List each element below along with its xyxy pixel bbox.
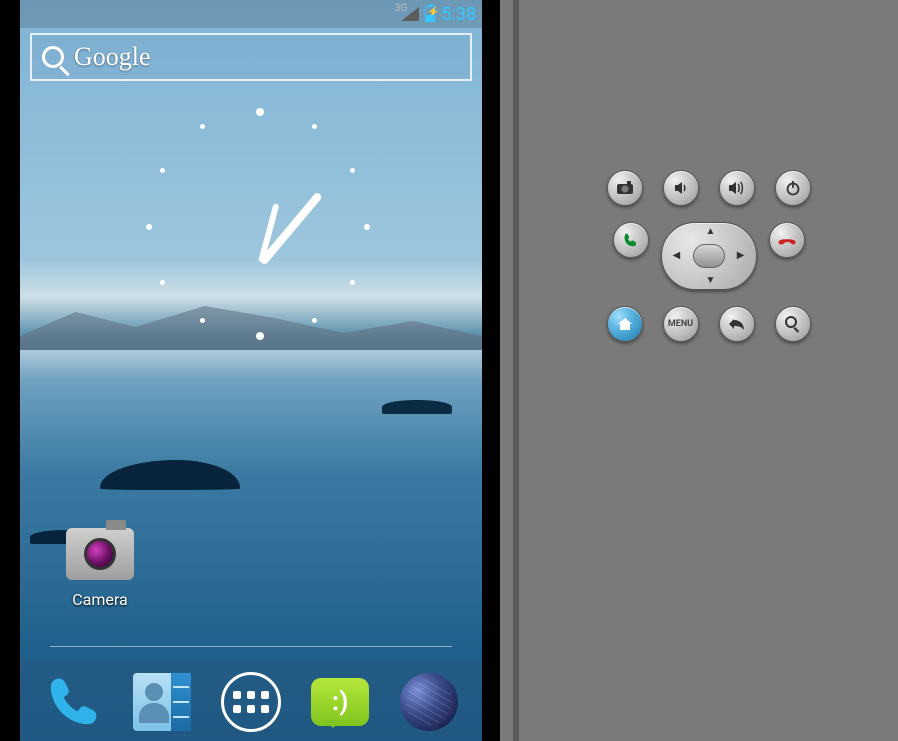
volume-up-icon [727,179,747,197]
hw-volume-up-button[interactable] [719,170,755,206]
dock-phone[interactable] [42,671,104,733]
google-search-widget[interactable]: Google [30,33,472,81]
search-icon [42,46,64,68]
hw-dpad-down[interactable]: ▼ [706,275,716,286]
hw-dpad-center[interactable] [693,244,725,268]
hw-back-button[interactable] [719,306,755,342]
hw-home-button[interactable] [607,306,643,342]
hw-camera-button[interactable] [607,170,643,206]
volume-down-icon [672,179,690,197]
control-row-1 [519,170,898,206]
control-row-3: MENU [519,306,898,342]
camera-icon [616,181,634,195]
dock-divider [50,646,452,647]
wallpaper-water [20,350,482,660]
analog-clock-widget[interactable] [140,108,380,348]
dock-browser[interactable] [398,671,460,733]
dock-messaging[interactable]: :) [309,671,371,733]
hw-dpad-left[interactable]: ◀ [673,250,681,261]
camera-label: Camera [50,590,150,609]
menu-label: MENU [668,319,693,329]
status-bar[interactable]: 3G ⚡ 5:38 [20,0,482,28]
dock: :) [20,663,482,741]
end-call-icon [777,234,797,246]
signal-icon [401,7,419,21]
hw-dpad[interactable]: ▲ ▼ ◀ ▶ [661,222,757,290]
search-placeholder: Google [74,42,151,72]
hw-power-button[interactable] [775,170,811,206]
search-icon [784,315,802,333]
camera-icon [66,528,134,580]
network-indicator: 3G [389,7,419,21]
browser-icon [400,673,458,731]
hw-call-button[interactable] [613,222,649,258]
hw-end-call-button[interactable] [769,222,805,258]
device-screen[interactable]: 3G ⚡ 5:38 Google [20,0,482,741]
clock-text: 5:38 [441,4,476,25]
camera-shortcut[interactable]: Camera [50,528,150,609]
back-icon [727,316,747,332]
messaging-icon: :) [311,678,369,726]
wallpaper-rock [382,400,452,414]
hw-search-button[interactable] [775,306,811,342]
hw-menu-button[interactable]: MENU [663,306,699,342]
contacts-icon [133,673,191,731]
app-drawer-icon [221,672,281,732]
call-icon [622,231,640,249]
home-icon [616,316,634,332]
hw-dpad-up[interactable]: ▲ [706,226,716,237]
dock-contacts[interactable] [131,671,193,733]
hw-volume-down-button[interactable] [663,170,699,206]
control-row-2: ▲ ▼ ◀ ▶ [519,222,898,290]
dock-apps[interactable] [220,671,282,733]
emulator-device-frame: 3G ⚡ 5:38 Google [0,0,500,741]
phone-icon [45,674,101,730]
hw-dpad-right[interactable]: ▶ [737,250,745,261]
power-icon [785,180,801,196]
battery-icon: ⚡ [425,6,435,22]
emulator-control-panel: ▲ ▼ ◀ ▶ MENU 1!2@3#4$5%6^7&8*9(0) QW~E"R… [513,0,898,741]
